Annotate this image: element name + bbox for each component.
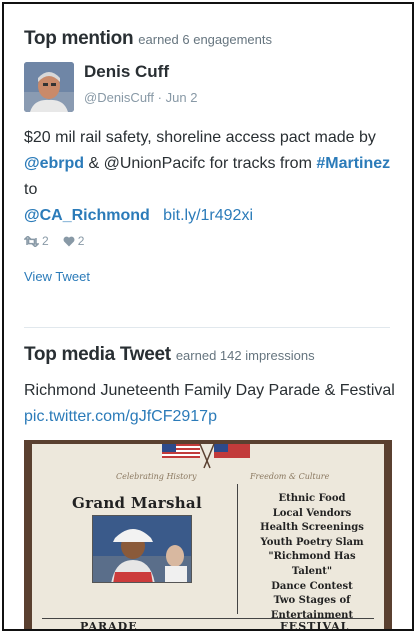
tweet-link[interactable]: bit.ly/1r492xi	[163, 207, 253, 224]
poster-script-left: Celebrating History	[116, 472, 197, 481]
heart-icon	[63, 236, 75, 246]
media-tweet-body: Richmond Juneteenth Family Day Parade & …	[24, 382, 395, 399]
top-mention-stat: earned 6 engagements	[138, 32, 272, 47]
retweet-icon	[24, 235, 39, 247]
festival-list: Ethnic Food Local Vendors Health Screeni…	[247, 492, 377, 623]
tweet-text-part: to	[24, 181, 38, 198]
poster-divider-vertical	[237, 484, 238, 614]
tweet-text-part: & @UnionPacifc for tracks from	[84, 155, 317, 172]
us-flag-icon	[162, 443, 250, 469]
media-image[interactable]: Celebrating History Freedom & Culture Gr…	[24, 440, 392, 631]
media-link[interactable]: pic.twitter.com/gJfCF2917p	[24, 408, 217, 425]
avatar[interactable]	[24, 62, 74, 112]
mention-tweet-text: $20 mil rail safety, shoreline access pa…	[24, 125, 396, 229]
meta-separator: ·	[157, 90, 163, 105]
mention-ebrpd[interactable]: @ebrpd	[24, 155, 84, 172]
poster-footer-parade: PARADE	[80, 620, 138, 631]
tweet-text-part: $20 mil rail safety, shoreline access pa…	[24, 129, 376, 146]
hashtag-martinez[interactable]: #Martinez	[316, 155, 390, 172]
like-action[interactable]: 2	[63, 234, 85, 248]
grand-marshal-title: Grand Marshal	[72, 494, 202, 512]
grand-marshal-photo	[92, 515, 192, 583]
author-name[interactable]: Denis Cuff	[84, 62, 169, 82]
festival-item: Local Vendors	[272, 507, 352, 519]
festival-item: Two Stages of	[273, 595, 351, 607]
top-media-heading: Top media Tweet	[24, 344, 171, 365]
poster-script-right: Freedom & Culture	[250, 472, 330, 481]
poster-divider-horizontal	[42, 618, 374, 619]
tweet-actions: 2 2	[24, 234, 98, 248]
event-poster: Celebrating History Freedom & Culture Gr…	[24, 440, 392, 631]
festival-item: "Richmond Has Talent"	[268, 551, 356, 577]
tweet-date[interactable]: Jun 2	[166, 90, 198, 105]
festival-item: Health Screenings	[260, 522, 364, 534]
top-mention-heading: Top mention	[24, 28, 134, 49]
festival-item: Dance Contest	[271, 580, 353, 592]
view-tweet-link[interactable]: View Tweet	[24, 269, 90, 284]
top-mention-header: Top mention earned 6 engagements	[24, 28, 272, 50]
retweet-count: 2	[42, 234, 49, 248]
festival-item: Ethnic Food	[278, 493, 346, 504]
top-media-header: Top media Tweet earned 142 impressions	[24, 344, 315, 366]
section-divider	[24, 327, 390, 328]
top-media-stat: earned 142 impressions	[175, 348, 315, 363]
retweet-action[interactable]: 2	[24, 234, 49, 248]
author-handle[interactable]: @DenisCuff	[84, 90, 154, 105]
author-meta: @DenisCuff · Jun 2	[84, 90, 197, 105]
media-tweet-text: Richmond Juneteenth Family Day Parade & …	[24, 378, 396, 430]
analytics-card: Top mention earned 6 engagements Denis C…	[2, 2, 414, 631]
like-count: 2	[77, 234, 85, 248]
festival-item: Youth Poetry Slam	[260, 536, 364, 548]
poster-footer-festival: FESTIVAL	[280, 620, 350, 631]
poster-paper: Celebrating History Freedom & Culture Gr…	[32, 443, 384, 631]
mention-ca-richmond[interactable]: @CA_Richmond	[24, 207, 150, 224]
